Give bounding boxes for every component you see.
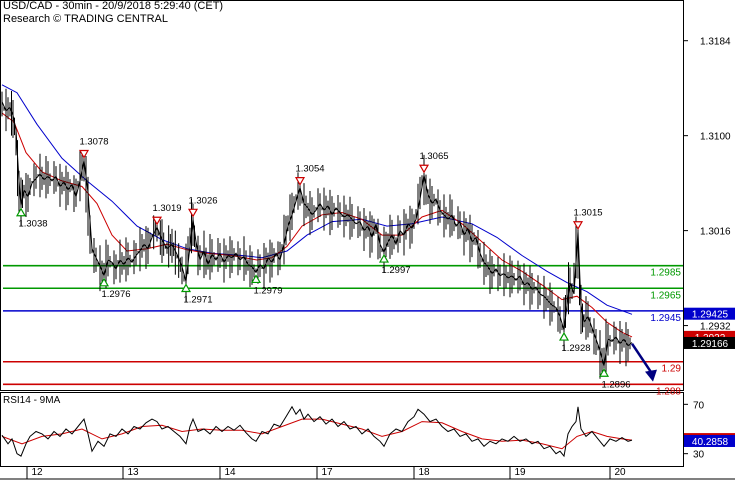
swing-high-marker [294, 177, 306, 186]
swing-high-label: 1.3078 [79, 137, 108, 148]
swing-low-label: 1.2971 [183, 294, 212, 305]
swing-low-marker [558, 331, 570, 341]
y-tick-label: 1.3100 [700, 132, 731, 143]
swing-high-label: 1.3065 [419, 151, 448, 162]
swing-high-marker [151, 216, 163, 226]
swing-low-marker [98, 277, 110, 287]
swing-low-label: 1.3038 [18, 219, 47, 230]
swing-high-marker [418, 164, 430, 174]
swing-low-label: 1.2928 [561, 343, 590, 354]
swing-high-label: 1.3019 [152, 203, 181, 214]
level-label-target-1: 1.29 [662, 364, 682, 375]
forecast-arrow-head [645, 369, 657, 382]
swing-high-label: 1.3026 [188, 195, 217, 206]
swing-high-label: 1.3054 [295, 164, 324, 175]
swing-high-marker [187, 208, 199, 218]
x-tick-label: 18 [418, 467, 430, 478]
level-label-support-2: 1.2965 [650, 290, 681, 301]
price-tag-pivot-label: 1.29425 [692, 310, 729, 321]
level-label-pivot: 1.2945 [650, 313, 681, 324]
swing-low-marker [15, 207, 27, 217]
y-tick-label: 1.3184 [700, 37, 731, 48]
forecast-arrow-shaft [630, 342, 654, 375]
swing-low-marker [378, 253, 390, 263]
swing-high-label: 1.3015 [573, 208, 602, 219]
rsi-y-tick-label: 70 [693, 400, 705, 411]
x-tick-label: 17 [321, 467, 333, 478]
x-tick-label: 13 [127, 467, 139, 478]
swing-low-marker [250, 274, 262, 284]
x-tick-label: 14 [224, 467, 236, 478]
rsi-y-tick-label: 30 [693, 450, 705, 461]
x-tick-label: 19 [514, 467, 526, 478]
rsi-tag-label: 40.2858 [692, 437, 729, 448]
swing-low-label: 1.2979 [253, 285, 282, 296]
swing-high-marker [572, 221, 584, 230]
x-tick-label: 12 [31, 467, 43, 478]
usdcad-chart[interactable]: 1.31841.31001.30161.293212 13 14 17 18 19 201.… [0, 0, 735, 480]
swing-low-label: 1.2896 [601, 379, 630, 390]
level-label-support-1: 1.2985 [650, 268, 681, 279]
swing-high-marker [78, 149, 90, 159]
swing-low-label: 1.2976 [101, 289, 130, 300]
rsi-title: RSI14 - 9MA [3, 395, 61, 406]
level-label-target-2: 1.288 [656, 386, 681, 397]
rsi-line [1, 405, 633, 458]
y-tick-label: 1.3016 [700, 227, 731, 238]
price-tag-last-label: 1.29166 [692, 339, 729, 350]
swing-low-label: 1.2997 [381, 265, 410, 276]
swing-low-marker [598, 368, 610, 377]
x-tick-label: 20 [614, 467, 626, 478]
